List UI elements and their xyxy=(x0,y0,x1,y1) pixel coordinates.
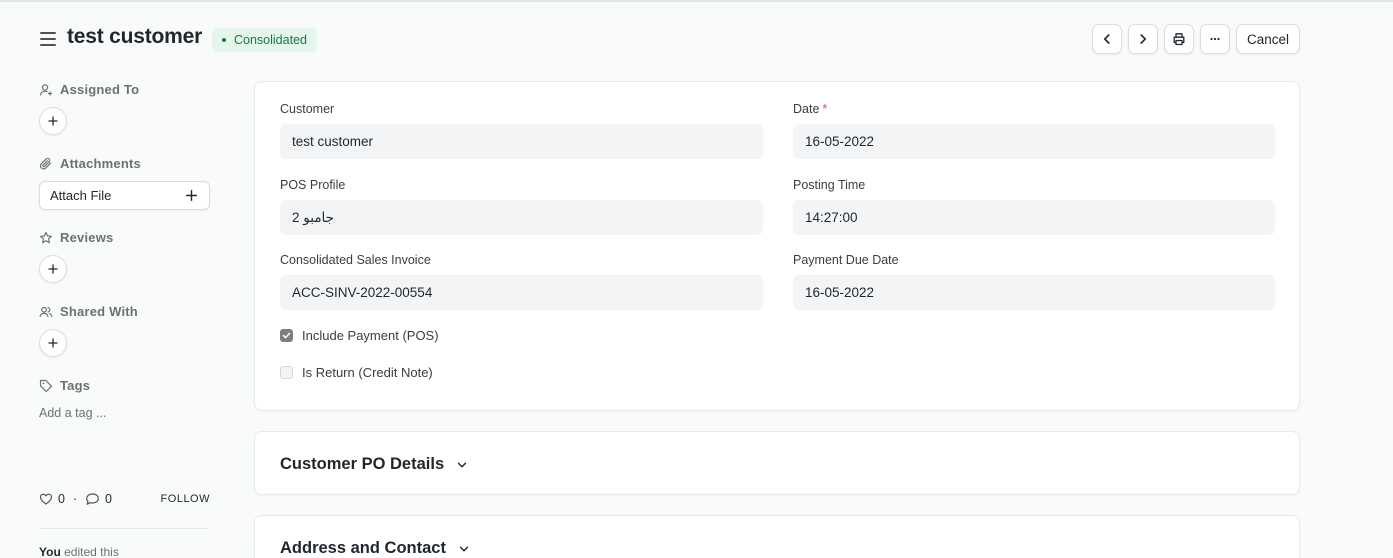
comment-icon xyxy=(86,493,99,505)
consolidated-invoice-field[interactable]: ACC-SINV-2022-00554 xyxy=(280,275,763,310)
customer-po-details-toggle[interactable]: Customer PO Details xyxy=(280,455,468,474)
like-count: 0 xyxy=(58,492,65,506)
paperclip-icon xyxy=(39,157,52,169)
add-tag-link[interactable]: Add a tag ... xyxy=(39,406,106,420)
is-return-checkbox[interactable]: Is Return (Credit Note) xyxy=(280,365,433,380)
section-title: Address and Contact xyxy=(280,539,446,557)
tag-icon xyxy=(39,379,53,392)
chevron-right-icon xyxy=(1140,34,1146,44)
consolidated-invoice-label: Consolidated Sales Invoice xyxy=(280,253,431,267)
follow-button[interactable]: FOLLOW xyxy=(161,493,210,505)
attach-file-label: Attach File xyxy=(50,188,112,203)
date-label: Date * xyxy=(793,102,828,116)
posting-time-label: Posting Time xyxy=(793,178,866,192)
include-payment-label: Include Payment (POS) xyxy=(302,328,439,343)
chevron-left-icon xyxy=(1104,34,1110,44)
pos-profile-field[interactable]: جامبو 2 xyxy=(280,200,763,235)
sidebar-divider xyxy=(39,528,209,529)
more-horizontal-icon xyxy=(1210,37,1220,41)
social-separator: · xyxy=(73,492,78,506)
pos-profile-label: POS Profile xyxy=(280,178,346,192)
activity-user: You xyxy=(39,545,61,558)
address-and-contact-section: Address and Contact xyxy=(254,515,1300,558)
checkbox-checked-icon xyxy=(280,329,293,342)
chevron-down-icon xyxy=(459,546,469,551)
printer-icon xyxy=(1173,33,1185,46)
comment-count-button[interactable]: 0 xyxy=(85,492,112,506)
shared-with-label: Shared With xyxy=(39,304,138,319)
customer-po-details-section: Customer PO Details xyxy=(254,431,1300,495)
attachments-label: Attachments xyxy=(39,156,141,171)
like-button[interactable]: 0 xyxy=(39,492,65,506)
last-activity: You edited this xyxy=(39,545,119,558)
previous-document-button[interactable] xyxy=(1092,24,1122,54)
payment-due-date-field[interactable]: 16-05-2022 xyxy=(793,275,1275,310)
checkbox-unchecked-icon xyxy=(280,366,293,379)
cancel-button[interactable]: Cancel xyxy=(1236,24,1300,54)
plus-icon xyxy=(48,264,58,274)
date-field[interactable]: 16-05-2022 xyxy=(793,124,1275,159)
attach-file-button[interactable]: Attach File xyxy=(39,181,210,210)
is-return-label: Is Return (Credit Note) xyxy=(302,365,433,380)
more-actions-button[interactable] xyxy=(1200,24,1230,54)
plus-icon xyxy=(48,338,58,348)
required-indicator: * xyxy=(822,102,828,116)
heart-icon xyxy=(39,493,53,505)
status-badge: Consolidated xyxy=(212,28,317,52)
star-icon xyxy=(40,231,52,243)
sidebar-toggle-icon[interactable] xyxy=(40,32,56,46)
add-user-icon xyxy=(39,83,52,96)
comment-count: 0 xyxy=(105,492,112,506)
print-button[interactable] xyxy=(1164,24,1194,54)
assigned-to-label: Assigned To xyxy=(39,82,139,97)
tags-label: Tags xyxy=(39,378,90,393)
add-share-button[interactable] xyxy=(39,329,67,357)
section-title: Customer PO Details xyxy=(280,455,445,473)
social-bar: 0 · 0 FOLLOW xyxy=(39,492,210,508)
reviews-label: Reviews xyxy=(39,230,113,245)
include-payment-checkbox[interactable]: Include Payment (POS) xyxy=(280,328,439,343)
customer-field[interactable]: test customer xyxy=(280,124,763,159)
next-document-button[interactable] xyxy=(1128,24,1158,54)
address-and-contact-toggle[interactable]: Address and Contact xyxy=(280,539,470,558)
activity-text: edited this xyxy=(60,545,119,558)
customer-label: Customer xyxy=(280,102,335,116)
details-card: Customer test customer Date * 16-05-2022 … xyxy=(254,81,1300,411)
add-review-button[interactable] xyxy=(39,255,67,283)
plus-icon xyxy=(186,190,197,201)
page-header: test customer Consolidated Cancel xyxy=(0,0,1393,78)
page-title: test customer xyxy=(67,25,203,48)
posting-time-field[interactable]: 14:27:00 xyxy=(793,200,1275,235)
plus-icon xyxy=(48,116,58,126)
users-icon xyxy=(39,306,53,317)
chevron-down-icon xyxy=(457,462,467,467)
add-assignee-button[interactable] xyxy=(39,107,67,135)
status-badge-label: Consolidated xyxy=(234,33,307,47)
form-sidebar: Assigned To Attachments Attach File Revi… xyxy=(39,78,210,558)
status-dot-icon xyxy=(222,38,226,42)
payment-due-date-label: Payment Due Date xyxy=(793,253,899,267)
